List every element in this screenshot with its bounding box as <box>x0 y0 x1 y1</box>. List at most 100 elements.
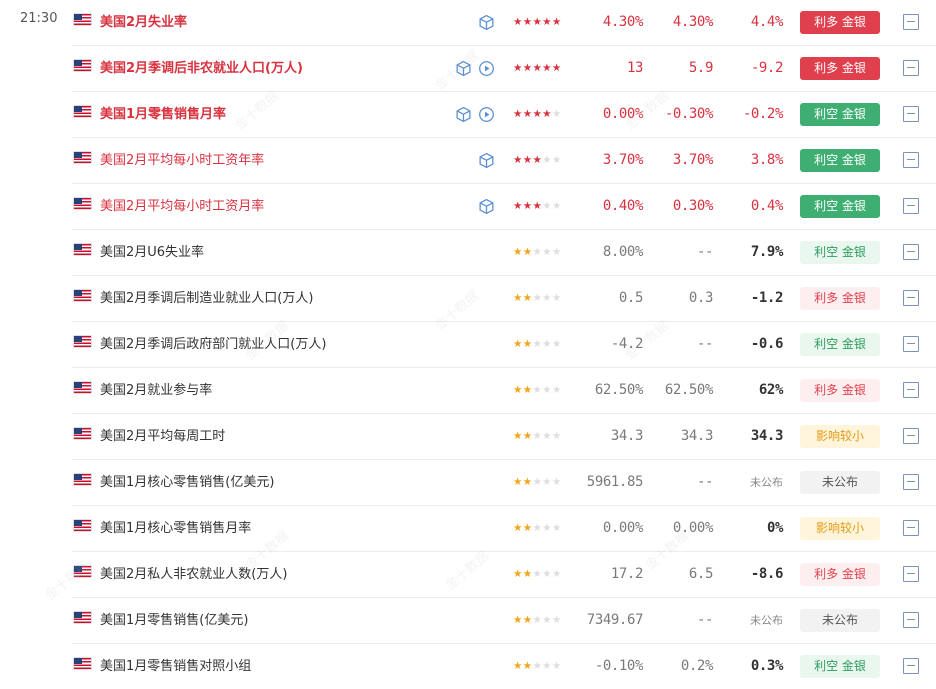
star-icon: ★ <box>532 660 543 672</box>
star-icon: ★ <box>532 522 543 534</box>
collapse-toggle-icon[interactable] <box>903 520 919 536</box>
collapse-toggle-icon[interactable] <box>903 336 919 352</box>
us-flag-icon <box>74 198 91 209</box>
forecast-value: 0.2% <box>680 658 714 674</box>
collapse-toggle-icon[interactable] <box>903 658 919 674</box>
us-flag-icon <box>74 336 91 347</box>
actual-value: 0% <box>766 520 783 536</box>
star-icon: ★ <box>513 614 523 626</box>
table-row[interactable]: 美国1月零售销售(亿美元) ★★★★★ 7349.67 -- 未公布 未公布 <box>72 598 936 644</box>
previous-value: 0.40% <box>602 198 644 214</box>
collapse-toggle-icon[interactable] <box>903 612 919 628</box>
impact-badge: 利空 金银 <box>800 333 880 356</box>
table-row[interactable]: 美国2月平均每周工时 ★★★★★ 34.3 34.3 34.3 影响较小 <box>72 414 936 460</box>
star-icon: ★ <box>532 62 543 74</box>
star-icon: ★ <box>522 568 533 580</box>
star-icon: ★ <box>513 16 523 28</box>
table-row[interactable]: 美国1月零售销售月率 ★★★★★ 0.00% -0.30% -0.2% 利空 金银 <box>72 92 936 138</box>
star-icon: ★ <box>513 292 523 304</box>
collapse-toggle-icon[interactable] <box>903 60 919 76</box>
impact-badge: 利多 金银 <box>800 379 880 402</box>
impact-badge: 影响较小 <box>800 425 880 448</box>
actual-value: -0.6 <box>750 336 784 352</box>
indicator-name[interactable]: 美国2月平均每小时工资月率 <box>100 184 264 229</box>
table-row[interactable]: 美国2月平均每小时工资月率 ★★★★★ 0.40% 0.30% 0.4% 利空 金银 <box>72 184 936 230</box>
previous-value: 13 <box>626 60 643 76</box>
indicator-name[interactable]: 美国1月核心零售销售月率 <box>100 506 251 551</box>
indicator-name[interactable]: 美国1月零售销售(亿美元) <box>100 598 248 643</box>
indicator-name[interactable]: 美国2月U6失业率 <box>100 230 204 275</box>
table-row[interactable]: 美国2月平均每小时工资年率 ★★★★★ 3.70% 3.70% 3.8% 利空 金银 <box>72 138 936 184</box>
actual-value: 0.4% <box>750 198 784 214</box>
table-row[interactable]: 美国1月零售销售对照小组 ★★★★★ -0.10% 0.2% 0.3% 利空 金银 <box>72 644 936 689</box>
star-icon: ★ <box>513 246 523 258</box>
cube-icon[interactable] <box>478 198 495 215</box>
collapse-toggle-icon[interactable] <box>903 14 919 30</box>
forecast-value: 5.9 <box>688 60 713 76</box>
cube-icon[interactable] <box>478 152 495 169</box>
table-row[interactable]: 美国2月季调后制造业就业人口(万人) ★★★★★ 0.5 0.3 -1.2 利多 金银 <box>72 276 936 322</box>
collapse-toggle-icon[interactable] <box>903 382 919 398</box>
star-icon: ★ <box>532 16 543 28</box>
forecast-value: 34.3 <box>680 428 714 444</box>
indicator-name[interactable]: 美国2月失业率 <box>100 0 187 45</box>
indicator-name[interactable]: 美国2月季调后非农就业人口(万人) <box>100 46 303 91</box>
impact-badge: 利空 金银 <box>800 241 880 264</box>
table-row[interactable]: 美国2月私人非农就业人数(万人) ★★★★★ 17.2 6.5 -8.6 利多 金银 <box>72 552 936 598</box>
cube-icon[interactable] <box>455 106 472 123</box>
cube-icon[interactable] <box>478 14 495 31</box>
forecast-value: 3.70% <box>672 152 714 168</box>
table-row[interactable]: 美国2月就业参与率 ★★★★★ 62.50% 62.50% 62% 利多 金银 <box>72 368 936 414</box>
cube-icon[interactable] <box>455 60 472 77</box>
impact-badge: 未公布 <box>800 609 880 632</box>
star-icon: ★ <box>513 568 523 580</box>
table-row[interactable]: 美国1月核心零售销售(亿美元) ★★★★★ 5961.85 -- 未公布 未公布 <box>72 460 936 506</box>
collapse-toggle-icon[interactable] <box>903 566 919 582</box>
indicator-name[interactable]: 美国1月核心零售销售(亿美元) <box>100 460 274 505</box>
indicator-name[interactable]: 美国1月零售销售月率 <box>100 92 226 137</box>
collapse-toggle-icon[interactable] <box>903 106 919 122</box>
star-icon: ★ <box>522 660 533 672</box>
indicator-name[interactable]: 美国2月就业参与率 <box>100 368 212 413</box>
play-icon[interactable] <box>478 106 495 123</box>
actual-value: -1.2 <box>750 290 784 306</box>
collapse-toggle-icon[interactable] <box>903 198 919 214</box>
star-icon: ★ <box>513 338 523 350</box>
collapse-toggle-icon[interactable] <box>903 474 919 490</box>
indicator-name[interactable]: 美国2月季调后政府部门就业人口(万人) <box>100 322 326 367</box>
indicator-name[interactable]: 美国2月私人非农就业人数(万人) <box>100 552 287 597</box>
indicator-name[interactable]: 美国2月平均每周工时 <box>100 414 225 459</box>
collapse-toggle-icon[interactable] <box>903 290 919 306</box>
star-icon: ★ <box>532 338 543 350</box>
table-row[interactable]: 美国2月季调后政府部门就业人口(万人) ★★★★★ -4.2 -- -0.6 利空 金银 <box>72 322 936 368</box>
play-icon[interactable] <box>478 60 495 77</box>
star-icon: ★ <box>522 16 533 28</box>
actual-value: 4.4% <box>750 14 784 30</box>
star-icon: ★ <box>513 62 523 74</box>
actual-value: 34.3 <box>750 428 784 444</box>
collapse-toggle-icon[interactable] <box>903 152 919 168</box>
star-icon: ★ <box>522 614 533 626</box>
release-time: 21:30 <box>20 11 58 26</box>
indicator-name[interactable]: 美国1月零售销售对照小组 <box>100 644 251 689</box>
collapse-toggle-icon[interactable] <box>903 244 919 260</box>
table-row[interactable]: 美国1月核心零售销售月率 ★★★★★ 0.00% 0.00% 0% 影响较小 <box>72 506 936 552</box>
impact-badge: 利空 金银 <box>800 149 880 172</box>
forecast-value: 4.30% <box>672 14 714 30</box>
impact-badge: 未公布 <box>800 471 880 494</box>
table-row[interactable]: 美国2月失业率 ★★★★★ 4.30% 4.30% 4.4% 利多 金银 <box>72 0 936 46</box>
table-row[interactable]: 美国2月U6失业率 ★★★★★ 8.00% -- 7.9% 利空 金银 <box>72 230 936 276</box>
star-icon: ★ <box>522 522 533 534</box>
star-icon: ★ <box>532 154 543 166</box>
star-icon: ★ <box>513 384 523 396</box>
collapse-toggle-icon[interactable] <box>903 428 919 444</box>
star-icon: ★ <box>513 108 523 120</box>
actual-value: -8.6 <box>750 566 784 582</box>
actual-value: 0.3% <box>750 658 784 674</box>
us-flag-icon <box>74 244 91 255</box>
indicator-name[interactable]: 美国2月季调后制造业就业人口(万人) <box>100 276 313 321</box>
indicator-name[interactable]: 美国2月平均每小时工资年率 <box>100 138 264 183</box>
us-flag-icon <box>74 106 91 117</box>
forecast-value: -- <box>696 474 713 490</box>
table-row[interactable]: 美国2月季调后非农就业人口(万人) ★★★★★ 13 5.9 -9.2 利多 金银 <box>72 46 936 92</box>
